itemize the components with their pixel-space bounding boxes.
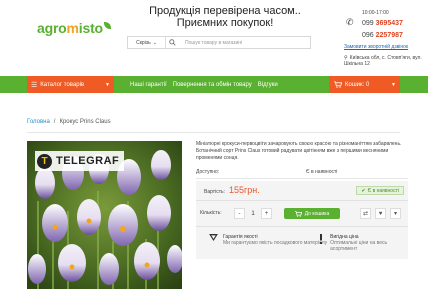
divider (196, 226, 408, 227)
breadcrumb: Головна / Крокус Prins Claus (27, 119, 111, 125)
divider (196, 200, 408, 201)
search-input[interactable]: Пошук товару в магазині (179, 40, 310, 46)
cart-icon (294, 210, 302, 217)
catalog-button[interactable]: ☰ Каталог товарів ▼ (27, 76, 114, 93)
quantity-label: Кількість: (200, 210, 222, 216)
slogan: Продукція перевірена часом.. Приємних по… (140, 5, 310, 29)
add-to-cart-label: До кошика (304, 210, 330, 217)
menu-icon: ☰ (31, 81, 38, 89)
divider (196, 178, 408, 179)
product-image[interactable]: T TELEGRAF (27, 141, 182, 289)
phone-1[interactable]: 099 3695437 (362, 20, 403, 27)
chevron-down-icon: ▼ (391, 81, 396, 88)
nav-links: Наші гарантії Повернення та обмін товару… (130, 76, 278, 93)
chevron-down-icon (208, 234, 218, 244)
address-line-2: Шкільна 12 (344, 61, 370, 67)
slogan-line-2: Приємних покупок! (176, 17, 274, 29)
chevron-down-icon: ▼ (105, 81, 110, 88)
logo-text-isto: isto (78, 20, 103, 36)
slogan-line-1: Продукція перевірена часом.. (149, 5, 301, 17)
address: ⚲ Київська обл, с. Стовпʼяги, вул. Шкільн… (344, 55, 422, 67)
search-scope-select[interactable]: Скрізь ⌄ (128, 37, 166, 48)
phone-2[interactable]: 096 2257987 (362, 32, 403, 39)
search-bar: Скрізь ⌄ Пошук товару в магазині (127, 36, 311, 49)
stock-badge: ✔ Є в наявності (356, 186, 404, 195)
phone-1-number: 3695437 (375, 20, 403, 27)
good-price: Вигідна ціна Оптимальні ціни на весь асо… (316, 234, 408, 252)
main-nav: ☰ Каталог товарів ▼ Наші гарантії Поверн… (0, 76, 428, 93)
check-icon: ✔ (361, 187, 366, 194)
product-actions: ⇄ ♥ ▾ (360, 208, 401, 219)
brand-watermark: T TELEGRAF (35, 151, 125, 171)
availability-label: Доступно: (196, 169, 220, 175)
phone-icon: ✆ (346, 17, 354, 27)
availability-value: Є в наявності (306, 169, 338, 175)
increase-button[interactable]: + (261, 208, 272, 219)
working-hours: 10:00-17:00 (362, 10, 389, 16)
phone-1-prefix: 099 (362, 20, 374, 27)
cart-button[interactable]: Кошик: 0 ▼ (329, 76, 400, 93)
more-button[interactable]: ▾ (390, 208, 401, 219)
price-value: 155грн. (229, 185, 260, 195)
search-scope-label: Скрізь (136, 39, 151, 46)
quality-text: Ми гарантуємо якість посадкового матеріа… (223, 240, 328, 246)
nav-link-returns[interactable]: Повернення та обмін товару (173, 82, 252, 88)
chevron-down-icon: ▾ (393, 211, 397, 217)
quantity-input[interactable]: 1 (247, 211, 259, 217)
decrease-button[interactable]: - (234, 208, 245, 219)
leaf-icon (103, 22, 111, 29)
stock-badge-label: Є в наявності (367, 187, 399, 194)
wishlist-button[interactable]: ♥ (375, 208, 386, 219)
compare-icon: ⇄ (362, 211, 369, 217)
nav-link-reviews[interactable]: Відгуки (258, 82, 278, 88)
chevron-down-icon: ⌄ (152, 39, 157, 46)
callback-link[interactable]: Замовити зворотній дзвінок (344, 44, 408, 50)
breadcrumb-separator: / (53, 119, 56, 125)
watermark-text: TELEGRAF (56, 155, 120, 167)
phone-2-number: 2257987 (375, 32, 403, 39)
price-label: Вартість: (204, 189, 225, 195)
nav-link-guarantees[interactable]: Наші гарантії (130, 82, 167, 88)
logo-text-agro: agro (37, 20, 67, 36)
breadcrumb-current: Крокус Prins Claus (59, 119, 111, 125)
divider (27, 132, 400, 133)
quantity-stepper: - 1 + (234, 208, 272, 219)
compare-button[interactable]: ⇄ (360, 208, 371, 219)
price-feature-text: Оптимальні ціни на весь асортимент (330, 240, 388, 252)
exclamation-icon (316, 234, 325, 244)
search-icon (169, 39, 176, 46)
logo[interactable]: agromisto (37, 20, 111, 36)
logo-text-m: m (66, 20, 79, 36)
add-to-cart-button[interactable]: До кошика (284, 208, 340, 219)
cart-label: Кошик: 0 (345, 81, 370, 88)
product-description: Мініатюрні крокуси-первоцвіти зачаровуют… (196, 141, 402, 161)
availability-row: Доступно: Є в наявності (196, 169, 408, 177)
phone-2-prefix: 096 (362, 32, 374, 39)
search-button[interactable] (166, 37, 179, 48)
purchase-box: Вартість: 155грн. ✔ Є в наявності Кількі… (196, 181, 408, 259)
telegraf-logo-icon: T (37, 153, 52, 169)
heart-icon: ♥ (378, 210, 383, 217)
breadcrumb-home[interactable]: Головна (27, 119, 50, 125)
cart-icon (334, 81, 342, 88)
quality-guarantee: Гарантія якості Ми гарантуємо якість пос… (208, 234, 327, 246)
catalog-label: Каталог товарів (40, 81, 85, 88)
header: agromisto Продукція перевірена часом.. П… (0, 0, 428, 76)
